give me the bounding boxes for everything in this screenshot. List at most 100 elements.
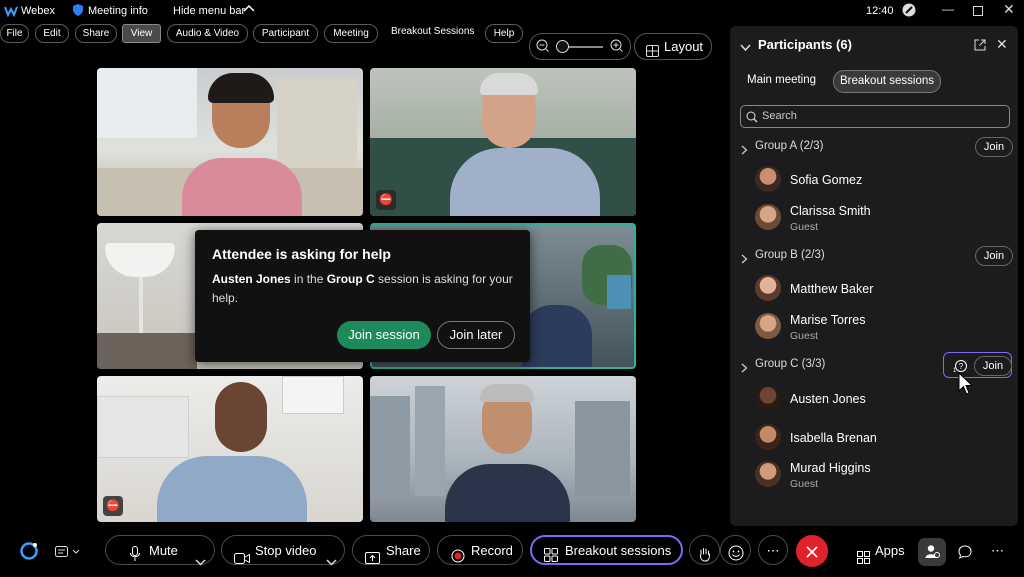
group-b-join-button[interactable]: Join	[975, 246, 1013, 266]
participants-toggle-button[interactable]	[918, 538, 946, 566]
search-input[interactable]: Search	[740, 105, 1010, 128]
participant-name: Austen Jones	[790, 392, 866, 406]
join-session-button[interactable]: Join session	[337, 321, 431, 349]
more-panels-icon[interactable]: ⋯	[991, 543, 1004, 559]
search-icon	[746, 110, 758, 128]
grid-icon	[646, 40, 659, 65]
menu-share[interactable]: Share	[75, 24, 117, 43]
meeting-info-link[interactable]: Meeting info	[88, 5, 148, 17]
title-bar: Webex Meeting info Hide menu bar 12:40 —…	[0, 0, 1024, 22]
microphone-icon	[130, 543, 140, 573]
chevron-down-icon[interactable]	[195, 547, 206, 577]
leave-meeting-button[interactable]	[796, 535, 828, 567]
participant-name: Murad Higgins	[790, 461, 871, 475]
avatar	[755, 275, 781, 301]
close-window-icon[interactable]: ✕	[1003, 1, 1015, 18]
participant-name: Clarissa Smith	[790, 204, 871, 218]
raise-hand-button[interactable]	[689, 535, 720, 565]
video-tile-participant-6[interactable]	[370, 376, 636, 522]
avatar	[755, 385, 781, 411]
stop-video-label: Stop video	[255, 543, 317, 558]
hide-menu-bar-button[interactable]: Hide menu bar	[173, 5, 245, 17]
participant-role: Guest	[790, 330, 819, 342]
popup-group-name: Group C	[326, 272, 375, 286]
panel-title: Participants (6)	[758, 37, 852, 52]
maximize-icon[interactable]	[973, 6, 983, 19]
pop-out-icon[interactable]	[974, 38, 986, 56]
participant-name: Sofia Gomez	[790, 173, 863, 187]
clock-time: 12:40	[866, 5, 894, 17]
apps-label: Apps	[875, 543, 905, 558]
reactions-button[interactable]	[720, 535, 751, 565]
video-tile-participant-5[interactable]: ⛔	[97, 376, 363, 522]
more-options-button[interactable]: ⋯	[758, 535, 788, 565]
chevron-up-icon[interactable]	[243, 3, 255, 16]
layout-button[interactable]: Layout	[634, 33, 712, 60]
captions-icon[interactable]	[55, 545, 81, 563]
participant-name: Marise Torres	[790, 313, 866, 327]
video-tile-participant-2[interactable]: ⛔	[370, 68, 636, 216]
expand-chevron-icon[interactable]	[741, 142, 748, 160]
layout-label: Layout	[664, 39, 704, 54]
close-panel-icon[interactable]: ✕	[996, 36, 1008, 53]
popup-attendee-name: Austen Jones	[212, 272, 291, 286]
group-b-label[interactable]: Group B (2/3)	[755, 249, 825, 261]
menu-view[interactable]: View	[122, 24, 161, 43]
group-c-label[interactable]: Group C (3/3)	[755, 358, 825, 370]
share-screen-icon	[365, 545, 380, 575]
menu-audio-video[interactable]: Audio & Video	[167, 24, 248, 43]
participant-role: Guest	[790, 478, 819, 490]
zoom-in-icon[interactable]	[610, 39, 623, 57]
app-name: Webex	[21, 5, 56, 17]
expand-chevron-icon[interactable]	[741, 360, 748, 378]
avatar	[755, 204, 781, 230]
zoom-slider-thumb[interactable]	[556, 40, 569, 53]
group-a-join-button[interactable]: Join	[975, 137, 1013, 157]
connection-status-icon[interactable]	[902, 3, 916, 20]
menu-breakout-sessions[interactable]: Breakout Sessions	[391, 26, 474, 37]
chat-icon[interactable]	[958, 545, 972, 564]
svg-text:?: ?	[959, 362, 964, 371]
chevron-down-icon[interactable]	[326, 547, 337, 577]
popup-message: Austen Jones in the Group C session is a…	[212, 270, 517, 308]
stop-video-button[interactable]: Stop video	[221, 535, 345, 566]
menu-help[interactable]: Help	[485, 24, 523, 43]
share-label: Share	[386, 543, 421, 558]
smiley-icon	[728, 542, 744, 572]
avatar	[755, 461, 781, 487]
breakout-sessions-button[interactable]: Breakout sessions	[530, 535, 683, 565]
record-button[interactable]: Record	[437, 535, 523, 565]
breakout-sessions-label: Breakout sessions	[565, 543, 672, 558]
more-dots-icon: ⋯	[766, 543, 780, 558]
apps-button[interactable]: Apps	[852, 535, 912, 565]
video-tile-participant-1[interactable]	[97, 68, 363, 216]
avatar	[755, 313, 781, 339]
shield-icon	[73, 4, 83, 19]
collapse-chevron-icon[interactable]	[740, 39, 751, 57]
menu-edit[interactable]: Edit	[35, 24, 69, 43]
group-a-label[interactable]: Group A (2/3)	[755, 140, 823, 152]
participant-name: Matthew Baker	[790, 282, 874, 296]
menu-meeting[interactable]: Meeting	[324, 24, 378, 43]
join-later-button[interactable]: Join later	[437, 321, 515, 349]
menu-file[interactable]: File	[0, 24, 29, 43]
avatar	[755, 424, 781, 450]
zoom-out-icon[interactable]	[536, 39, 549, 57]
tab-main-meeting[interactable]: Main meeting	[747, 74, 816, 86]
webex-assistant-icon[interactable]	[19, 541, 39, 566]
popup-message-part: in the	[290, 272, 327, 286]
tab-breakout-sessions[interactable]: Breakout sessions	[833, 70, 941, 93]
mute-button[interactable]: Mute	[105, 535, 215, 566]
expand-chevron-icon[interactable]	[741, 251, 748, 269]
webex-logo-icon	[4, 5, 18, 20]
record-label: Record	[471, 543, 513, 558]
menu-participant[interactable]: Participant	[253, 24, 318, 43]
minimize-icon[interactable]: —	[942, 2, 954, 16]
breakout-grid-icon	[544, 544, 558, 572]
participant-name: Isabella Brenan	[790, 431, 877, 445]
share-button[interactable]: Share	[352, 535, 430, 565]
participant-role: Guest	[790, 221, 819, 233]
zoom-control[interactable]	[529, 33, 631, 60]
group-c-join-button[interactable]: Join	[974, 356, 1012, 376]
mouse-cursor-icon	[958, 371, 974, 401]
